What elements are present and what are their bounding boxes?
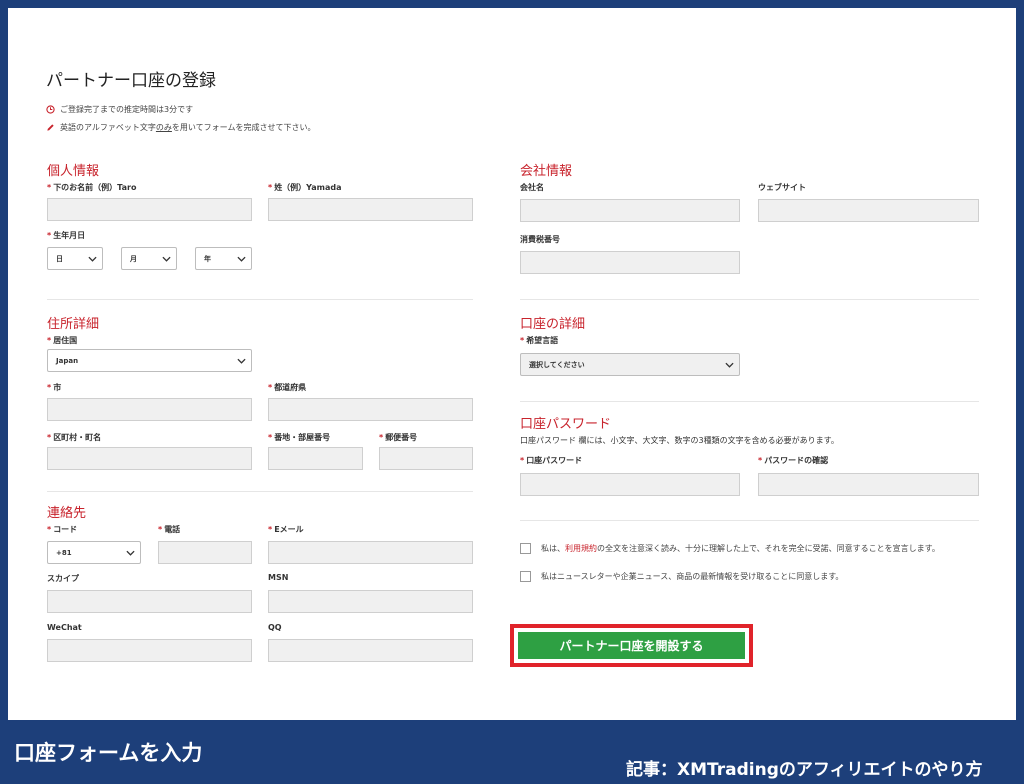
- confirm-password-input[interactable]: [758, 473, 979, 496]
- chevron-down-icon: [126, 550, 135, 556]
- divider: [47, 299, 473, 300]
- website-label: ウェブサイト: [758, 183, 806, 192]
- ward-label: * 区町村・町名: [47, 433, 102, 442]
- last-name-input[interactable]: [268, 198, 473, 221]
- dob-year-select[interactable]: 年: [195, 247, 252, 270]
- submit-highlight: パートナー口座を開設する: [510, 624, 753, 667]
- language-label: * 希望言語: [520, 336, 559, 345]
- msn-input[interactable]: [268, 590, 473, 613]
- company-info-heading: 会社情報: [520, 164, 573, 179]
- prefecture-input[interactable]: [268, 398, 473, 421]
- chevron-down-icon: [725, 362, 734, 368]
- divider: [520, 401, 979, 402]
- dob-day-value: 日: [56, 254, 63, 263]
- ward-input[interactable]: [47, 447, 252, 470]
- email-label: * Eメール: [268, 525, 304, 534]
- zip-label: * 郵便番号: [379, 433, 418, 442]
- wechat-label: WeChat: [47, 623, 82, 632]
- skype-input[interactable]: [47, 590, 252, 613]
- chevron-down-icon: [88, 256, 97, 262]
- footer-caption: 口座フォームを入力: [14, 741, 203, 765]
- chevron-down-icon: [162, 256, 171, 262]
- dob-month-value: 月: [130, 254, 137, 263]
- terms-text: 私は、利用規約の全文を注意深く読み、十分に理解した上で、それを完全に受諾、同意す…: [541, 544, 940, 553]
- street-input[interactable]: [268, 447, 363, 470]
- alphabet-note-emphasis: のみ: [155, 123, 172, 132]
- city-label: * 市: [47, 383, 62, 392]
- company-name-input[interactable]: [520, 199, 740, 222]
- first-name-label: * 下のお名前（例）Taro: [47, 183, 137, 192]
- last-name-label: * 姓（例）Yamada: [268, 183, 342, 192]
- street-label: * 番地・部屋番号: [268, 433, 331, 442]
- confirm-password-label: * パスワードの確認: [758, 456, 829, 465]
- alphabet-note-prefix: 英語のアルファベット文字: [60, 123, 156, 132]
- password-description: 口座パスワード 欄には、小文字、大文字、数字の3種類の文字を含める必要があります…: [520, 436, 839, 445]
- zip-input[interactable]: [379, 447, 473, 470]
- dob-month-select[interactable]: 月: [121, 247, 177, 270]
- country-code-select[interactable]: +81: [47, 541, 141, 564]
- first-name-input[interactable]: [47, 198, 252, 221]
- newsletter-text: 私はニュースレターや企業ニュース、商品の最新情報を受け取ることに同意します。: [541, 572, 844, 581]
- country-label: * 居住国: [47, 336, 78, 345]
- dob-label: * 生年月日: [47, 231, 86, 240]
- country-code-value: +81: [56, 548, 72, 557]
- alphabet-note: 英語のアルファベット文字のみを用いてフォームを完成させて下さい。: [46, 122, 315, 133]
- country-value: Japan: [56, 356, 79, 365]
- alphabet-note-suffix: を用いてフォームを完成させて下さい。: [171, 123, 316, 132]
- terms-link[interactable]: 利用規約: [565, 544, 597, 553]
- password-heading: 口座パスワード: [520, 417, 612, 432]
- dob-day-select[interactable]: 日: [47, 247, 103, 270]
- contact-heading: 連絡先: [47, 506, 87, 521]
- country-select[interactable]: Japan: [47, 349, 252, 372]
- account-details-heading: 口座の詳細: [520, 317, 586, 332]
- address-heading: 住所詳細: [47, 317, 100, 332]
- city-input[interactable]: [47, 398, 252, 421]
- time-note-text: ご登録完了までの推定時間は3分です: [60, 105, 194, 114]
- qq-label: QQ: [268, 623, 282, 632]
- time-note: ご登録完了までの推定時間は3分です: [46, 104, 193, 115]
- clock-icon: [46, 105, 55, 114]
- chevron-down-icon: [237, 256, 246, 262]
- language-select[interactable]: 選択してください: [520, 353, 740, 376]
- tax-number-label: 消費税番号: [520, 235, 560, 244]
- wechat-input[interactable]: [47, 639, 252, 662]
- msn-label: MSN: [268, 573, 289, 582]
- prefecture-label: * 都道府県: [268, 383, 307, 392]
- phone-label: * 電話: [158, 525, 181, 534]
- email-input[interactable]: [268, 541, 473, 564]
- skype-label: スカイプ: [47, 574, 79, 583]
- qq-input[interactable]: [268, 639, 473, 662]
- registration-form-panel: パートナー口座の登録 ご登録完了までの推定時間は3分です 英語のアルファベット文…: [8, 8, 1016, 720]
- newsletter-checkbox[interactable]: [520, 571, 531, 582]
- divider: [47, 491, 473, 492]
- company-name-label: 会社名: [520, 183, 544, 192]
- website-input[interactable]: [758, 199, 979, 222]
- open-partner-account-button[interactable]: パートナー口座を開設する: [518, 632, 745, 659]
- divider: [520, 520, 979, 521]
- personal-info-heading: 個人情報: [47, 164, 100, 179]
- password-label: * 口座パスワード: [520, 456, 583, 465]
- password-input[interactable]: [520, 473, 740, 496]
- page-title: パートナー口座の登録: [46, 71, 216, 91]
- terms-checkbox[interactable]: [520, 543, 531, 554]
- chevron-down-icon: [237, 358, 246, 364]
- pencil-icon: [47, 124, 54, 131]
- phone-input[interactable]: [158, 541, 252, 564]
- code-label: * コード: [47, 525, 78, 534]
- dob-year-value: 年: [204, 254, 211, 263]
- tax-number-input[interactable]: [520, 251, 740, 274]
- divider: [520, 299, 979, 300]
- language-value: 選択してください: [529, 360, 585, 369]
- footer-article-title: 記事：XMTradingのアフィリエイトのやり方: [626, 760, 983, 780]
